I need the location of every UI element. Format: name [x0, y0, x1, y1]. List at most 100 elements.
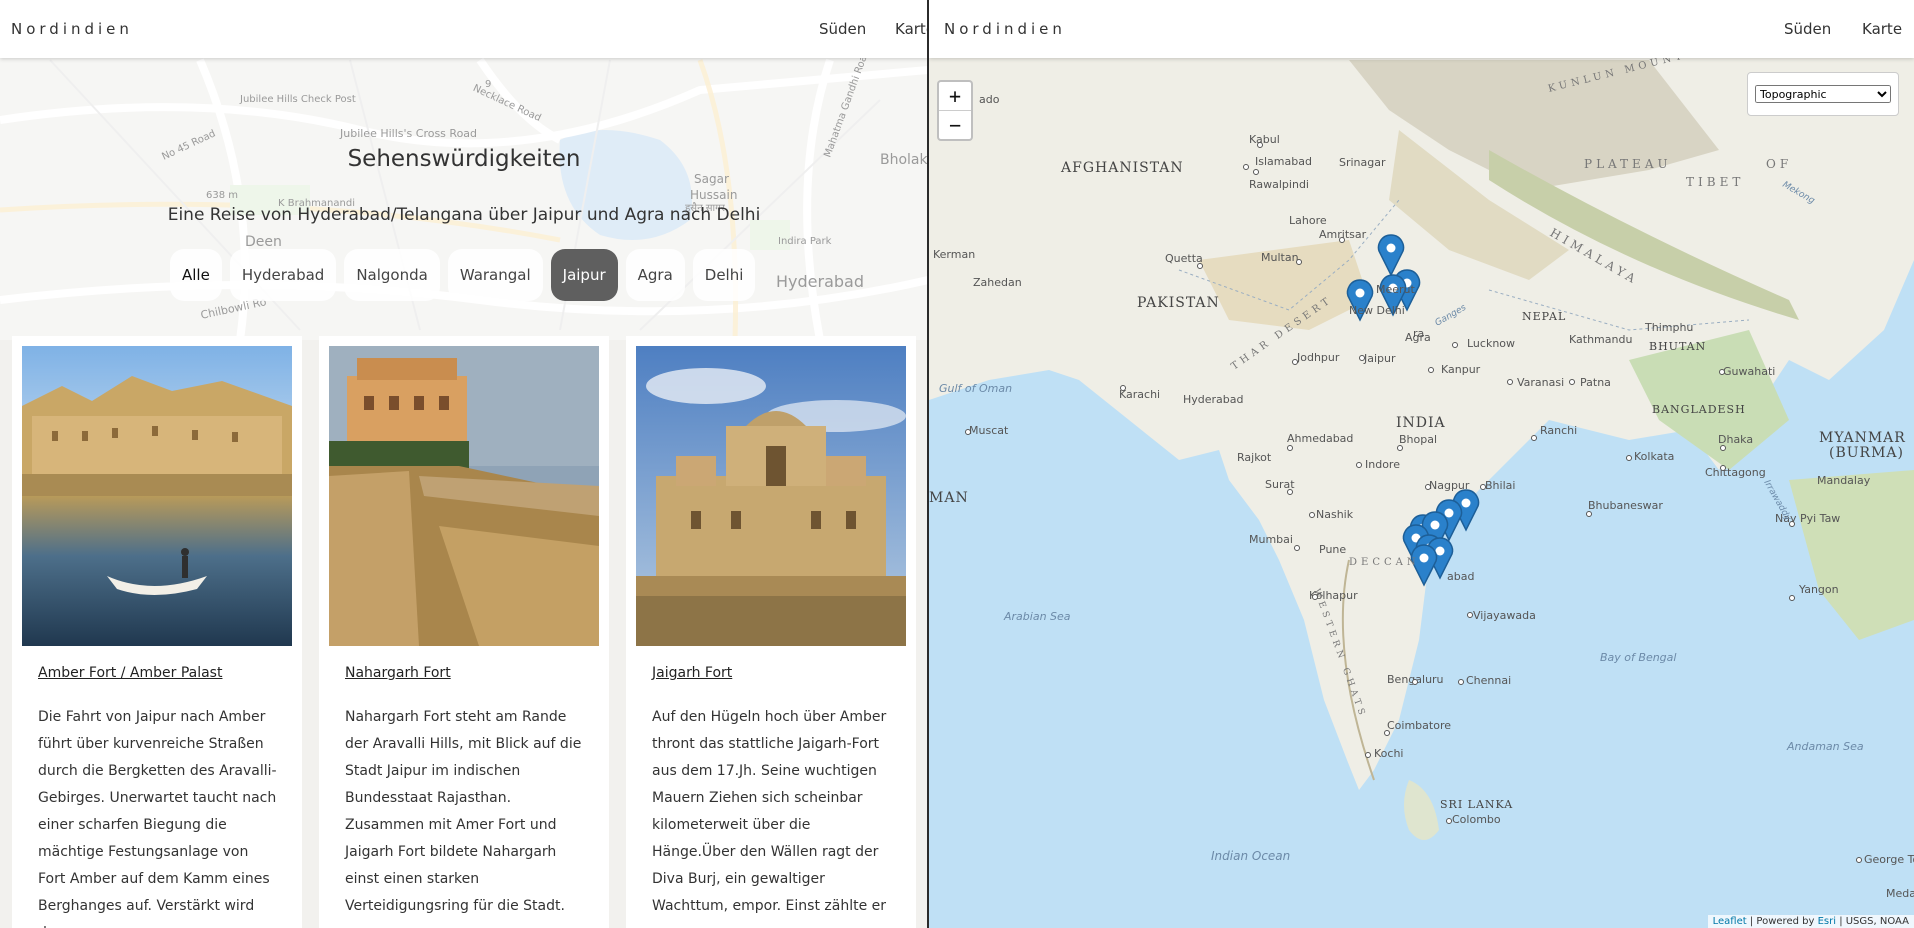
- map-label: Indian Ocean: [1211, 849, 1290, 863]
- map-label: Bhubaneswar: [1588, 499, 1663, 512]
- right-browser-pane: AFGHANISTAN PAKISTAN INDIA MYANMAR (BURM…: [929, 0, 1914, 928]
- filter-jaipur[interactable]: Jaipur: [550, 249, 618, 301]
- map-label: Islamabad: [1255, 155, 1312, 168]
- map-label: Yangon: [1798, 583, 1839, 596]
- map-label: Jodhpur: [1296, 351, 1340, 364]
- map-label: OF: [1766, 157, 1792, 171]
- map-label: MAN: [929, 490, 969, 506]
- map-label: Chennai: [1466, 674, 1511, 687]
- leaflet-link[interactable]: Leaflet: [1713, 916, 1747, 927]
- map-label: Jubilee Hills's Cross Road: [340, 127, 478, 140]
- map-label: Kolkata: [1634, 450, 1674, 463]
- map-label: Kochi: [1374, 747, 1403, 760]
- map-label: Ahmedabad: [1287, 432, 1353, 445]
- filter-hyderabad[interactable]: Hyderabad: [229, 249, 337, 301]
- map-label: Gulf of Oman: [939, 382, 1012, 395]
- leaflet-map[interactable]: AFGHANISTAN PAKISTAN INDIA MYANMAR (BURM…: [929, 0, 1914, 928]
- attribution-sources: | USGS, NOAA: [1839, 916, 1909, 927]
- map-label: Hyderabad: [776, 272, 864, 291]
- esri-link[interactable]: Esri: [1818, 916, 1836, 927]
- map-label: Indira Park: [778, 236, 832, 247]
- nav-link-south[interactable]: Süden: [819, 20, 866, 38]
- map-label: Sagar: [694, 172, 729, 186]
- zoom-control: + −: [937, 80, 973, 141]
- map-label: Rawalpindi: [1249, 178, 1309, 191]
- site-brand[interactable]: Nordindien: [11, 20, 133, 38]
- attraction-cards: Amber Fort / Amber Palast Die Fahrt von …: [12, 336, 916, 928]
- left-browser-pane: Jubilee Hills Check Post Jubilee Hills's…: [0, 0, 928, 928]
- attraction-card: Jaigarh Fort Auf den Hügeln hoch über Am…: [626, 336, 916, 928]
- map-label: ado: [979, 93, 1000, 106]
- card-description: Die Fahrt von Jaipur nach Amber führt üb…: [38, 709, 277, 928]
- map-label: AFGHANISTAN: [1060, 160, 1184, 176]
- map-label: DECCAN: [1349, 557, 1420, 568]
- site-brand[interactable]: Nordindien: [944, 20, 1066, 38]
- nav-link-south[interactable]: Süden: [1784, 20, 1831, 38]
- map-label: PLATEAU: [1584, 157, 1672, 171]
- map-label: George Town: [1864, 853, 1914, 866]
- map-label: Nashik: [1316, 508, 1354, 521]
- top-navbar: Nordindien Süden Karte: [929, 0, 1914, 58]
- map-label: Mandalay: [1817, 474, 1871, 487]
- map-label: Jubilee Hills Check Post: [240, 94, 356, 105]
- page-subtitle: Eine Reise von Hyderabad/Telangana über …: [167, 205, 761, 225]
- page-title: Sehenswürdigkeiten: [347, 146, 581, 172]
- map-label: Colombo: [1452, 813, 1501, 826]
- map-label: Thimphu: [1644, 321, 1693, 334]
- map-label: Guwahati: [1723, 365, 1775, 378]
- map-label: Ranchi: [1540, 424, 1577, 437]
- map-label: 638 m: [206, 190, 239, 201]
- map-label: Pune: [1319, 543, 1346, 556]
- map-label: MYANMAR: [1819, 430, 1906, 446]
- map-label: TIBET: [1686, 175, 1744, 189]
- basemap-select[interactable]: Topographic: [1755, 85, 1891, 103]
- attraction-card: Amber Fort / Amber Palast Die Fahrt von …: [12, 336, 302, 928]
- map-label: Kabul: [1249, 133, 1280, 146]
- map-label: Indore: [1365, 458, 1400, 471]
- map-label: Coimbatore: [1387, 719, 1451, 732]
- map-label: Muscat: [969, 424, 1009, 437]
- map-label: Deen: [245, 234, 282, 250]
- map-label: Bhopal: [1399, 433, 1437, 446]
- card-title-link[interactable]: Amber Fort / Amber Palast: [38, 665, 222, 681]
- nahargarh-fort-photo[interactable]: [329, 346, 599, 646]
- map-label: BHUTAN: [1649, 340, 1706, 353]
- card-title-link[interactable]: Nahargarh Fort: [345, 665, 451, 681]
- map-label: Varanasi: [1517, 376, 1564, 389]
- map-label: INDIA: [1396, 415, 1446, 431]
- map-label: (BURMA): [1829, 445, 1904, 461]
- filter-agra[interactable]: Agra: [625, 249, 685, 301]
- map-label: Meerut: [1376, 283, 1416, 296]
- map-label: Kanpur: [1441, 363, 1481, 376]
- map-label: Kerman: [933, 248, 975, 261]
- filter-all[interactable]: Alle: [170, 249, 222, 301]
- map-label: Bhilai: [1485, 479, 1515, 492]
- map-label: Kathmandu: [1569, 333, 1632, 346]
- zoom-out-button[interactable]: −: [939, 110, 971, 139]
- map-label: Bay of Bengal: [1600, 651, 1676, 664]
- card-title-link[interactable]: Jaigarh Fort: [652, 665, 732, 681]
- map-label: Lahore: [1289, 214, 1327, 227]
- nav-link-map[interactable]: Karte: [895, 20, 928, 38]
- filter-warangal[interactable]: Warangal: [447, 249, 543, 301]
- basemap-layer-control: Topographic: [1747, 72, 1899, 116]
- split-divider[interactable]: [927, 0, 929, 928]
- amber-fort-photo[interactable]: [22, 346, 292, 646]
- filter-nalgonda[interactable]: Nalgonda: [344, 249, 440, 301]
- nav-link-map[interactable]: Karte: [1862, 20, 1902, 38]
- map-label: New Delhi: [1349, 304, 1405, 317]
- map-label: PAKISTAN: [1137, 295, 1220, 311]
- map-label: Arabian Sea: [1003, 610, 1071, 623]
- map-label: Vijayawada: [1473, 609, 1536, 622]
- map-label: Nagpur: [1429, 479, 1470, 492]
- card-description: Auf den Hügeln hoch über Amber thront da…: [652, 709, 887, 914]
- map-label: Quetta: [1165, 252, 1203, 265]
- map-label: Medan: [1886, 887, 1914, 900]
- filter-delhi[interactable]: Delhi: [692, 249, 756, 301]
- map-label: Mumbai: [1249, 533, 1293, 546]
- attraction-card: Nahargarh Fort Nahargarh Fort steht am R…: [319, 336, 609, 928]
- jaigarh-fort-photo[interactable]: [636, 346, 906, 646]
- map-label: 9: [485, 79, 492, 90]
- map-label: Zahedan: [973, 276, 1022, 289]
- zoom-in-button[interactable]: +: [939, 82, 971, 110]
